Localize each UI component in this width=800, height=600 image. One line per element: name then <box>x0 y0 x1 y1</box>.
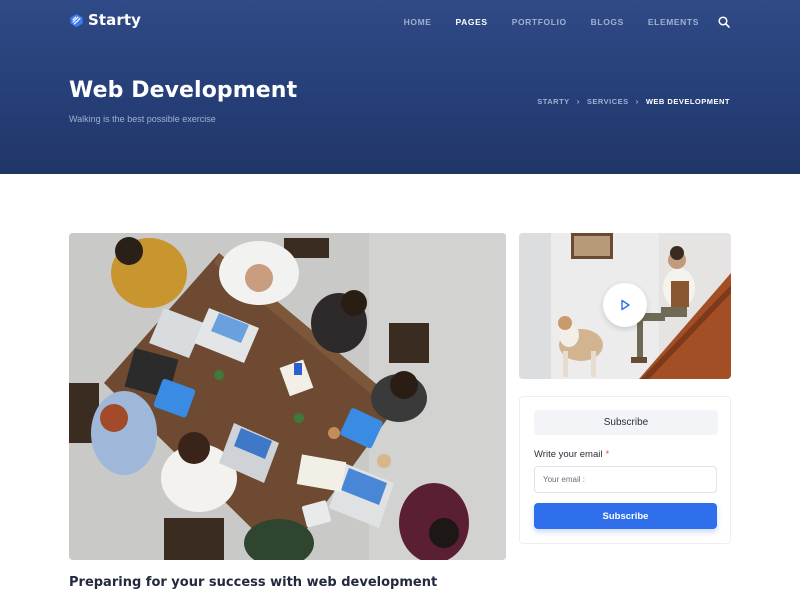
play-icon <box>621 299 630 311</box>
section-heading: Preparing for your success with web deve… <box>69 575 438 590</box>
email-label-text: Write your email <box>534 449 603 460</box>
nav-item-portfolio[interactable]: PORTFOLIO <box>512 17 567 27</box>
required-mark: * <box>605 449 610 460</box>
subscribe-button[interactable]: Subscribe <box>534 503 717 529</box>
search-icon[interactable] <box>718 16 730 28</box>
nav-item-home[interactable]: HOME <box>404 17 432 27</box>
logo-icon <box>70 13 83 27</box>
subscribe-heading: Subscribe <box>534 410 718 435</box>
breadcrumb-separator: › <box>635 97 639 106</box>
breadcrumb: STARTY › SERVICES › WEB DEVELOPMENT <box>537 97 730 106</box>
breadcrumb-services[interactable]: SERVICES <box>587 97 629 106</box>
email-field[interactable] <box>534 466 717 493</box>
main-nav: HOME PAGES PORTFOLIO BLOGS ELEMENTS <box>380 16 730 28</box>
breadcrumb-starty[interactable]: STARTY <box>537 97 569 106</box>
play-button[interactable] <box>603 283 647 327</box>
team-meeting-image <box>69 233 506 560</box>
page-header: Starty HOME PAGES PORTFOLIO BLOGS ELEMEN… <box>0 0 800 174</box>
subscribe-widget: Subscribe Write your email* Subscribe <box>519 396 731 544</box>
page-title: Web Development <box>69 78 298 103</box>
nav-item-blogs[interactable]: BLOGS <box>591 17 624 27</box>
brand-name: Starty <box>88 11 142 29</box>
nav-item-pages[interactable]: PAGES <box>456 17 488 27</box>
nav-item-elements[interactable]: ELEMENTS <box>648 17 699 27</box>
video-thumbnail[interactable] <box>519 233 731 379</box>
breadcrumb-separator: › <box>576 97 580 106</box>
brand-logo[interactable]: Starty <box>69 11 141 29</box>
breadcrumb-current: WEB DEVELOPMENT <box>645 97 730 106</box>
email-label: Write your email * <box>534 449 609 460</box>
page-subtitle: Walking is the best possible exercise <box>69 114 216 124</box>
